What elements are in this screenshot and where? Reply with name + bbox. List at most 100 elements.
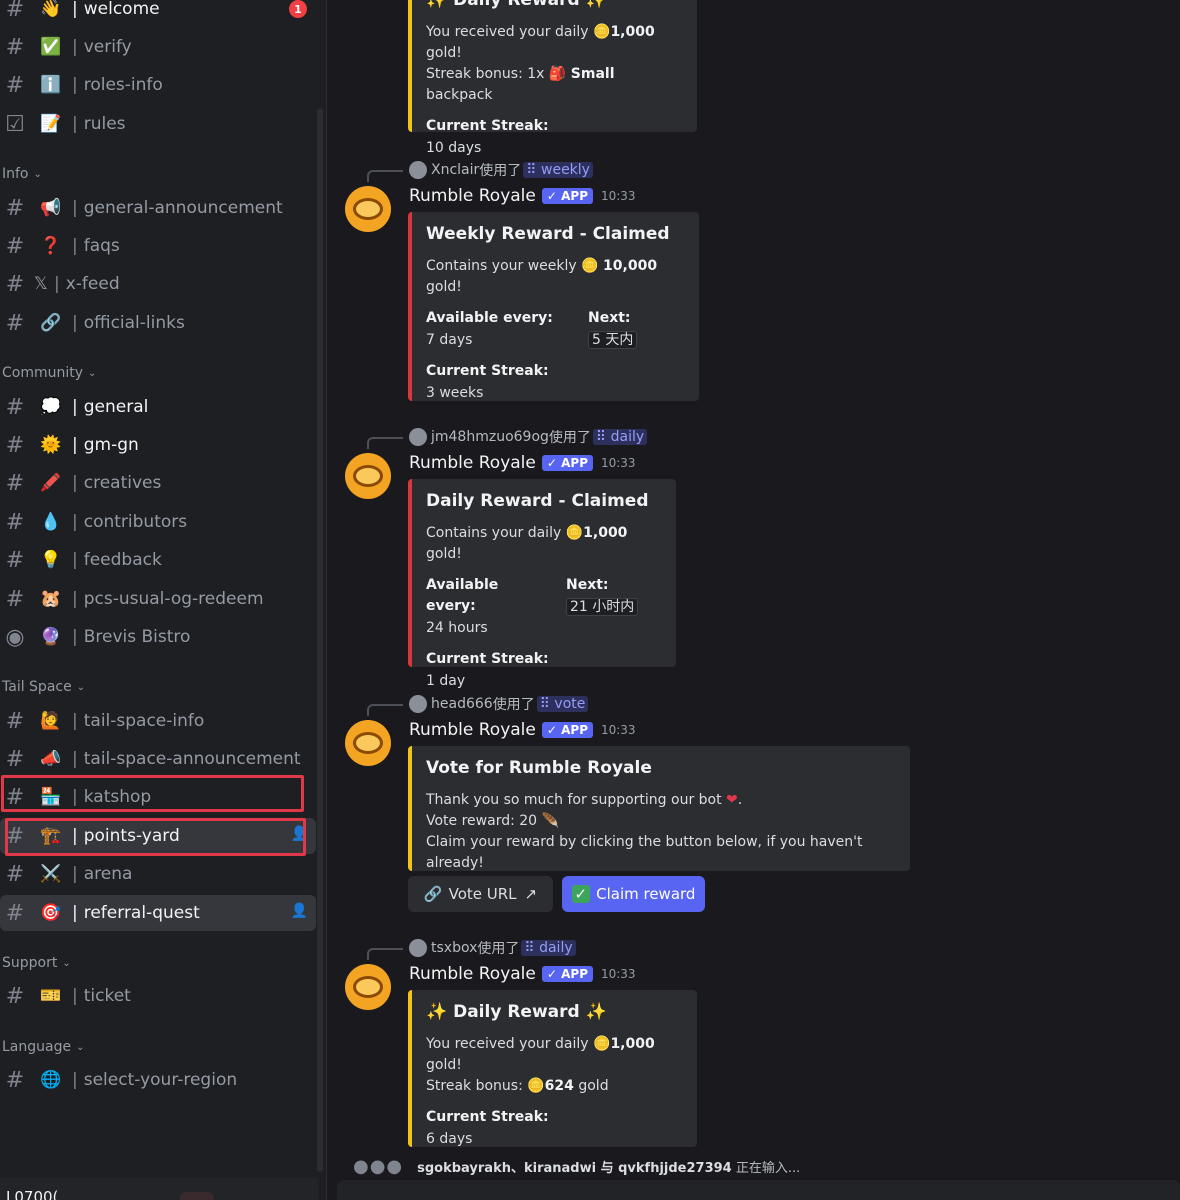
timestamp: 10:33 [600,723,636,737]
reply-reference[interactable]: jm48hmzuo69og 使用了 ⠿ daily [409,427,648,447]
chevron-down-icon: ⌄ [76,1041,85,1053]
user-status-pill[interactable] [180,1192,214,1200]
rules-channel-icon: ☑ [5,111,25,137]
channel-welcome[interactable]: # 👋 | welcome 1 [0,0,318,27]
channel-official-links[interactable]: # 🔗 | official-links [0,305,318,341]
reply-used-label: 使用了 [492,697,535,713]
reply-reference[interactable]: head666 使用了 ⠿ vote [409,694,589,714]
category-label: Info [2,166,29,182]
bot-avatar[interactable] [345,720,391,766]
category-info[interactable]: Info ⌄ [2,166,42,182]
channel-verify[interactable]: # ✅ | verify [0,29,318,65]
bot-avatar[interactable] [345,186,391,232]
author-name[interactable]: Rumble Royale [409,186,536,206]
category-tail-space[interactable]: Tail Space ⌄ [2,679,85,695]
chevron-down-icon: ⌄ [62,957,71,969]
channel-rules[interactable]: ☑ 📝 | rules [0,106,318,142]
hash-icon: # [5,432,25,458]
backpack-icon: 🎒 [548,66,567,82]
slash-command[interactable]: ⠿ vote [536,696,589,712]
vote-url-button[interactable]: 🔗 Vote URL ↗ [408,876,553,912]
embed-line: Vote reward: 20 🪶 [426,813,559,829]
channel-x-feed[interactable]: # 𝕏 | x-feed [0,266,318,302]
author-name[interactable]: Rumble Royale [409,720,536,740]
embed-field-value: 10 days [426,140,482,156]
channel-referral-quest[interactable]: # 🎯 | referral-quest 👤 [0,895,316,931]
message-header: Rumble Royale ✓ APP 10:33 [409,453,636,473]
message-composer[interactable] [337,1180,1180,1200]
hash-icon: # [5,34,25,60]
channel-feedback[interactable]: # 💡 | feedback [0,542,318,578]
channel-general-announcement[interactable]: # 📢 | general-announcement [0,190,318,226]
typing-users: sgokbayrakh、kiranadwi 与 qvkfhjjde27394 [417,1161,732,1176]
hash-icon: # [5,708,25,734]
reply-used-label: 使用了 [477,941,520,957]
reply-reference[interactable]: tsxbox 使用了 ⠿ daily [409,938,576,958]
add-member-icon[interactable]: 👤 [291,903,308,919]
channel-tail-space-info[interactable]: # 🙋 | tail-space-info [0,703,318,739]
crayon-emoji-icon: 🖍️ [40,473,62,493]
typing-dots-icon: ●●● [353,1156,404,1177]
coins-icon: 🪙 [527,1078,545,1094]
channel-label: general-announcement [83,198,283,218]
coins-icon: 🪙 [565,525,584,541]
channel-label: select-your-region [83,1070,238,1090]
channel-arena[interactable]: # ⚔️ | arena [0,856,318,892]
channel-creatives[interactable]: # 🖍️ | creatives [0,465,318,501]
channel-contributors[interactable]: # 💧 | contributors [0,504,318,540]
feather-icon: 🪶 [541,813,559,829]
highlight-box-points-yard [5,818,306,856]
author-name[interactable]: Rumble Royale [409,453,536,473]
embed-line: Contains your daily 🪙1,000 gold! [426,525,628,562]
embed-line: Claim your reward by clicking the button… [426,834,863,871]
app-badge: ✓ APP [541,455,593,471]
hash-icon: # [5,547,25,573]
hash-icon: # [5,195,25,221]
channel-gm-gn[interactable]: # 🌞 | gm-gn [0,427,318,463]
chevron-down-icon: ⌄ [88,367,97,379]
channel-faqs[interactable]: # ❓ | faqs [0,228,318,264]
channel-roles-info[interactable]: # ℹ️ | roles-info [0,67,318,103]
reply-used-label: 使用了 [548,430,591,446]
coins-icon: 🪙 [593,1036,611,1052]
channel-label: welcome [83,0,160,19]
slash-command[interactable]: ⠿ daily [521,940,576,956]
hash-icon: # [5,394,25,420]
message-header: Rumble Royale ✓ APP 10:33 [409,720,636,740]
hash-icon: # [5,509,25,535]
typing-indicator: ●●● sgokbayrakh、kiranadwi 与 qvkfhjjde273… [353,1156,800,1177]
hash-icon: # [5,233,25,259]
bot-avatar[interactable] [345,964,391,1010]
embed-field-title: Next: [566,577,609,593]
category-language[interactable]: Language ⌄ [2,1039,84,1055]
channel-brevis-bistro[interactable]: ◉ 🔮 | Brevis Bistro [0,619,318,655]
channel-label: tail-space-info [83,711,205,731]
channel-general[interactable]: # 💭 | general [0,389,318,425]
crystal-ball-emoji-icon: 🔮 [40,627,62,647]
reply-used-label: 使用了 [479,163,522,179]
slash-command[interactable]: ⠿ weekly [523,162,593,178]
hash-icon: # [5,746,25,772]
info-emoji-icon: ℹ️ [40,75,62,95]
timestamp: 10:33 [600,456,636,470]
category-support[interactable]: Support ⌄ [2,955,71,971]
reply-reference[interactable]: Xnclair 使用了 ⠿ weekly [409,160,593,180]
bot-avatar[interactable] [345,453,391,499]
bulb-emoji-icon: 💡 [40,550,62,570]
megaphone-emoji-icon: 📢 [40,198,62,218]
channel-ticket[interactable]: # 🎫 | ticket [0,978,318,1014]
embed-daily-reward-claimed: Daily Reward - Claimed Contains your dai… [408,479,676,689]
slash-command[interactable]: ⠿ daily [592,429,648,445]
channel-select-your-region[interactable]: # 🌐 | select-your-region [0,1062,318,1098]
embed-field-title: Current Streak: [426,363,549,379]
channel-pcs-usual-og-redeem[interactable]: # 🐹 | pcs-usual-og-redeem [0,581,318,617]
category-community[interactable]: Community ⌄ [2,365,96,381]
raising-hand-emoji-icon: 🙋 [40,711,62,731]
claim-reward-button[interactable]: ✓ Claim reward [562,876,705,912]
check-emoji-icon: ✅ [40,37,62,57]
channel-tail-space-announcement[interactable]: # 📣 | tail-space-announcement [0,741,318,777]
channel-label: gm-gn [83,435,139,455]
embed-line: Streak bonus: 1x 🎒 Small backpack [426,66,615,103]
embed-daily-reward-top: ✨ Daily Reward ✨ You received your daily… [408,0,697,156]
author-name[interactable]: Rumble Royale [409,964,536,984]
